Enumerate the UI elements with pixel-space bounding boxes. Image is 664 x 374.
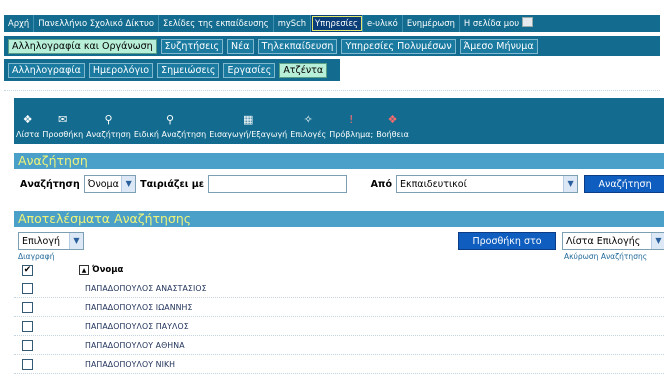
organization-navigation: Αλληλογραφία Ημερολόγιο Σημειώσεις Εργασ…: [4, 59, 340, 81]
results-actions: Επιλογή ▼ Προσθήκη στο Λίστα Επιλογής ▼: [14, 230, 664, 252]
nav-services[interactable]: Υπηρεσίες: [311, 15, 363, 32]
row-checkbox[interactable]: [22, 321, 33, 332]
tab-calendar[interactable]: Ημερολόγιο: [88, 62, 154, 78]
name-column-header[interactable]: Όνομα: [92, 265, 123, 275]
table-row: ΠΑΠΑΔΟΠΟΥΛΟΣ ΙΩΑΝΝΗΣ: [14, 299, 664, 317]
table-row: ΠΑΠΑΔΟΠΟΥΛΟΥ ΑΘΗΝΑ: [14, 337, 664, 355]
toolbar-add-label: Προσθήκη: [42, 130, 84, 139]
search-section-title: Αναζήτηση: [14, 153, 664, 169]
nav-education-pages[interactable]: Σελίδες της εκπαίδευσης: [159, 15, 274, 32]
sort-icon[interactable]: ▲: [79, 265, 89, 275]
help-icon: ❖: [387, 113, 398, 126]
chevron-down-icon: ▼: [69, 233, 83, 249]
toolbar-options-label: Επιλογές: [290, 130, 327, 139]
selection-value: Επιλογή: [22, 235, 61, 247]
problem-icon: !: [349, 113, 354, 126]
contact-name[interactable]: ΠΑΠΑΔΟΠΟΥΛΟΥ ΝΙΚΗ: [85, 360, 175, 369]
search-label: Αναζήτηση: [20, 178, 80, 190]
search-field-select[interactable]: Όνομα ▼: [83, 175, 137, 193]
tab-news[interactable]: Νέα: [227, 38, 254, 54]
search-icon: ⚲: [104, 113, 113, 126]
table-row: ΠΑΠΑΔΟΠΟΥΛΟΣ ΑΝΑΣΤΑΣΙΟΣ: [14, 280, 664, 298]
toolbar-help[interactable]: ❖ Βοήθεια: [376, 113, 409, 139]
tab-discussions[interactable]: Συζητήσεις: [160, 38, 224, 54]
select-all-checkbox[interactable]: ✔: [22, 264, 33, 276]
search-field-value: Όνομα: [87, 178, 119, 190]
toolbar-problem-label: Πρόβλημα;: [329, 130, 374, 139]
edit-icon: [522, 17, 534, 27]
divider: [4, 90, 660, 93]
toolbar-add[interactable]: ✉ Προσθήκη: [42, 113, 83, 139]
nav-my-page-label: Η σελίδα μου: [463, 18, 520, 28]
agenda-toolbar: ❖ Λίστα ✉ Προσθήκη ⚲ Αναζήτηση ⚲ Ειδική …: [14, 98, 664, 144]
contact-name[interactable]: ΠΑΠΑΔΟΠΟΥΛΟΥ ΑΘΗΝΑ: [85, 341, 185, 350]
chevron-down-icon: ▼: [563, 176, 578, 192]
tab-agenda[interactable]: Ατζέντα: [279, 62, 328, 78]
nav-school-network[interactable]: Πανελλήνιο Σχολικό Δίκτυο: [34, 15, 160, 32]
source-value: Εκπαιδευτικοί: [399, 178, 467, 190]
advanced-search-icon: ⚲: [165, 113, 175, 126]
nav-home[interactable]: Αρχή: [4, 15, 35, 32]
row-checkbox[interactable]: [22, 302, 33, 313]
search-form: Αναζήτηση Όνομα ▼ Ταιριάζει με Από Εκπαι…: [14, 172, 664, 196]
list-value: Λίστα Επιλογής: [566, 235, 641, 247]
toolbar-advanced-search[interactable]: ⚲ Ειδική Αναζήτηση: [134, 113, 206, 139]
match-label: Ταιριάζει με: [140, 178, 205, 190]
contact-name[interactable]: ΠΑΠΑΔΟΠΟΥΛΟΣ ΠΑΥΛΟΣ: [85, 322, 189, 331]
selection-select[interactable]: Επιλογή ▼: [18, 232, 84, 250]
toolbar-import-export[interactable]: ▦ Εισαγωγή/Εξαγωγή: [209, 113, 287, 139]
toolbar-advanced-search-label: Ειδική Αναζήτηση: [133, 130, 207, 139]
table-row: ΠΑΠΑΔΟΠΟΥΛΟΥ ΝΙΚΗ: [14, 356, 664, 374]
contact-name[interactable]: ΠΑΠΑΔΟΠΟΥΛΟΣ ΙΩΑΝΝΗΣ: [85, 303, 193, 312]
tab-tasks[interactable]: Εργασίες: [223, 62, 276, 78]
results-section-title: Αποτελέσματα Αναζήτησης: [14, 211, 664, 227]
tab-elearning[interactable]: Τηλεκπαίδευση: [257, 38, 338, 54]
add-to-button[interactable]: Προσθήκη στο: [458, 232, 556, 250]
search-button[interactable]: Αναζήτηση: [584, 175, 664, 193]
import-export-icon: ▦: [243, 113, 254, 126]
toolbar-search-label: Αναζήτηση: [86, 130, 131, 139]
toolbar-list-label: Λίστα: [16, 130, 40, 139]
toolbar-options[interactable]: ✧ Επιλογές: [290, 113, 326, 139]
chevron-down-icon: ▼: [651, 233, 664, 249]
services-navigation: Αλληλογραφία και Οργάνωση Συζητήσεις Νέα…: [4, 36, 660, 56]
table-row: ΠΑΠΑΔΟΠΟΥΛΟΣ ΠΑΥΛΟΣ: [14, 318, 664, 336]
list-select[interactable]: Λίστα Επιλογής ▼: [562, 232, 664, 250]
toolbar-help-label: Βοήθεια: [376, 130, 409, 139]
toolbar-import-export-label: Εισαγωγή/Εξαγωγή: [209, 130, 288, 139]
search-query-input[interactable]: [208, 175, 347, 193]
contact-name[interactable]: ΠΑΠΑΔΟΠΟΥΛΟΣ ΑΝΑΣΤΑΣΙΟΣ: [85, 284, 207, 293]
nav-mysch[interactable]: mySch: [274, 15, 312, 32]
tab-mail-organization[interactable]: Αλληλογραφία και Οργάνωση: [8, 38, 157, 54]
nav-e-material[interactable]: e-υλικό: [363, 15, 403, 32]
chevron-down-icon: ▼: [121, 176, 136, 192]
nav-my-page[interactable]: Η σελίδα μου: [460, 15, 537, 32]
tab-multimedia[interactable]: Υπηρεσίες Πολυμέσων: [341, 38, 456, 54]
row-checkbox[interactable]: [22, 283, 33, 294]
top-navigation: Αρχή Πανελλήνιο Σχολικό Δίκτυο Σελίδες τ…: [4, 15, 660, 32]
nav-news[interactable]: Ενημέρωση: [403, 15, 460, 32]
list-icon: ❖: [22, 113, 33, 126]
toolbar-problem[interactable]: ! Πρόβλημα;: [329, 113, 373, 139]
tab-notes[interactable]: Σημειώσεις: [157, 62, 220, 78]
tab-mail[interactable]: Αλληλογραφία: [8, 62, 85, 78]
source-select[interactable]: Εκπαιδευτικοί ▼: [395, 175, 579, 193]
results-header: ✔ ▲ Όνομα: [14, 260, 664, 280]
row-checkbox[interactable]: [22, 359, 33, 370]
from-label: Από: [370, 178, 392, 190]
tab-instant-message[interactable]: Άμεσο Μήνυμα: [459, 38, 538, 54]
row-checkbox[interactable]: [22, 340, 33, 351]
options-icon: ✧: [303, 113, 313, 126]
toolbar-search[interactable]: ⚲ Αναζήτηση: [86, 113, 131, 139]
add-contact-icon: ✉: [58, 113, 68, 126]
toolbar-list[interactable]: ❖ Λίστα: [16, 113, 39, 139]
